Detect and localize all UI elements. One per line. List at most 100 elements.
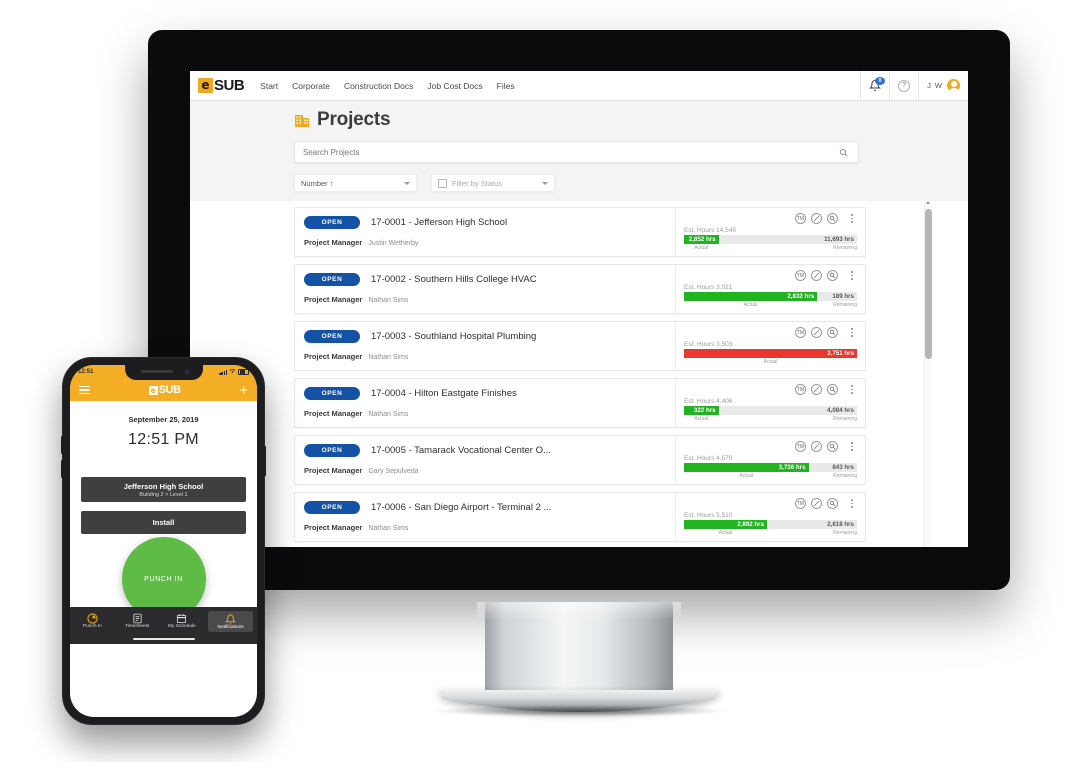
actual-caption: Actual (739, 473, 754, 479)
tm-icon[interactable]: TM (795, 498, 806, 509)
edit-pencil-icon[interactable] (811, 384, 822, 395)
edit-pencil-icon[interactable] (811, 213, 822, 224)
nav-link-construction-docs[interactable]: Construction Docs (344, 81, 413, 91)
project-name[interactable]: 17-0006 - San Diego Airport - Terminal 2… (371, 502, 551, 513)
volume-down-button[interactable] (61, 460, 64, 478)
table-row[interactable]: OPEN 17-0003 - Southland Hospital Plumbin… (294, 321, 866, 371)
esub-logo[interactable]: e SUB (198, 77, 245, 94)
phone-tab-label: Notifications (217, 625, 244, 630)
search-magnifier-icon[interactable] (827, 327, 838, 338)
hours-legend: Actual Remaining (684, 416, 857, 422)
phone-tab-my-schedule[interactable]: My Schedule (160, 611, 205, 629)
desktop-screen: e SUB Start Corporate Construction Docs … (190, 71, 968, 547)
hamburger-menu-icon[interactable] (79, 385, 90, 395)
desktop-monitor: e SUB Start Corporate Construction Docs … (148, 30, 1010, 590)
help-button[interactable]: ? (889, 71, 918, 100)
edit-pencil-icon[interactable] (811, 270, 822, 281)
power-button[interactable] (263, 446, 266, 476)
table-row[interactable]: OPEN 17-0002 - Southern Hills College HVA… (294, 264, 866, 314)
project-name[interactable]: 17-0004 - Hilton Eastgate Finishes (371, 388, 517, 399)
phone-task-selector[interactable]: Install (81, 511, 246, 534)
project-title-row: OPEN 17-0002 - Southern Hills College HVA… (304, 273, 675, 286)
hours-actual-fill: 322 hrs (684, 406, 719, 415)
status-filter-select[interactable]: Filter by Status (431, 174, 555, 192)
project-list: OPEN 17-0001 - Jefferson High School Proje… (294, 207, 866, 542)
hours-actual-fill: 2,852 hrs (684, 235, 719, 244)
kebab-menu-icon[interactable] (847, 442, 857, 451)
remaining-caption: Remaining (833, 473, 857, 479)
kebab-menu-icon[interactable] (847, 214, 857, 223)
project-name[interactable]: 17-0002 - Southern Hills College HVAC (371, 274, 537, 285)
project-list-area: OPEN 17-0001 - Jefferson High School Proje… (190, 201, 968, 547)
edit-pencil-icon[interactable] (811, 441, 822, 452)
search-bar[interactable] (294, 141, 859, 163)
kebab-menu-icon[interactable] (847, 271, 857, 280)
kebab-menu-icon[interactable] (847, 328, 857, 337)
table-row[interactable]: OPEN 17-0001 - Jefferson High School Proje… (294, 207, 866, 257)
tm-icon[interactable]: TM (795, 441, 806, 452)
status-filter-label: Filter by Status (452, 178, 503, 188)
project-manager-row: Project Manager Nathan Sims (304, 409, 675, 418)
project-manager-label: Project Manager (304, 523, 363, 532)
user-menu[interactable]: J W (918, 71, 968, 100)
remaining-caption: Remaining (833, 302, 857, 308)
project-manager-name: Nathan Sims (368, 297, 409, 304)
status-filter-checkbox[interactable] (438, 178, 447, 188)
search-magnifier-icon[interactable] (827, 498, 838, 509)
notifications-button[interactable]: 0 (860, 71, 889, 100)
hours-remaining: 843 hrs (832, 464, 854, 471)
project-manager-label: Project Manager (304, 295, 363, 304)
edit-pencil-icon[interactable] (811, 327, 822, 338)
volume-up-button[interactable] (61, 436, 64, 454)
project-manager-row: Project Manager Gary Sepulveda (304, 466, 675, 475)
project-manager-name: Nathan Sims (368, 411, 409, 418)
scrollbar-thumb[interactable] (925, 209, 932, 359)
page-title: Projects (317, 109, 391, 130)
kebab-menu-icon[interactable] (847, 385, 857, 394)
list-scrollbar[interactable] (924, 201, 932, 547)
phone-tab-punch-in[interactable]: Punch In (70, 611, 115, 629)
tm-icon[interactable]: TM (795, 327, 806, 338)
table-row[interactable]: OPEN 17-0004 - Hilton Eastgate Finishes Pr… (294, 378, 866, 428)
search-input[interactable] (295, 147, 834, 157)
tm-icon[interactable]: TM (795, 384, 806, 395)
hours-actual-fill: 3,751 hrs (684, 349, 857, 358)
page-title-row: Projects (190, 109, 968, 131)
nav-link-files[interactable]: Files (497, 81, 515, 91)
search-magnifier-icon[interactable] (827, 384, 838, 395)
project-manager-name: Nathan Sims (368, 525, 409, 532)
estimated-hours: Est. Hours 5,510 (684, 512, 733, 519)
table-row[interactable]: OPEN 17-0006 - San Diego Airport - Termin… (294, 492, 866, 542)
tm-icon[interactable]: TM (795, 213, 806, 224)
project-name[interactable]: 17-0005 - Tamarack Vocational Center O..… (371, 445, 551, 456)
tm-icon[interactable]: TM (795, 270, 806, 281)
edit-pencil-icon[interactable] (811, 498, 822, 509)
add-button[interactable]: + (239, 383, 248, 398)
hours-actual-fill: 2,832 hrs (684, 292, 818, 301)
search-magnifier-icon[interactable] (827, 441, 838, 452)
project-name[interactable]: 17-0001 - Jefferson High School (371, 217, 507, 228)
search-magnifier-icon[interactable] (827, 213, 838, 224)
phone-tab-label: Punch In (82, 624, 102, 629)
phone-tab-notifications[interactable]: Notifications (208, 611, 253, 632)
nav-link-job-cost-docs[interactable]: Job Cost Docs (427, 81, 482, 91)
scroll-up-arrow-icon[interactable] (926, 201, 930, 204)
nav-link-corporate[interactable]: Corporate (292, 81, 330, 91)
sort-select[interactable]: Number ↑ (294, 174, 417, 192)
project-title-row: OPEN 17-0005 - Tamarack Vocational Center… (304, 444, 675, 457)
phone-tab-timesheets[interactable]: Timesheets (115, 611, 160, 629)
hours-remaining: 189 hrs (832, 293, 854, 300)
row-actions: TM (684, 270, 857, 281)
search-icon[interactable] (834, 148, 852, 157)
nav-link-start[interactable]: Start (260, 81, 278, 91)
project-title-row: OPEN 17-0003 - Southland Hospital Plumbin… (304, 330, 675, 343)
table-row[interactable]: OPEN 17-0005 - Tamarack Vocational Center… (294, 435, 866, 485)
hours-legend: Actual Remaining (684, 473, 857, 479)
user-initials: J W (927, 81, 943, 90)
phone-project-selector[interactable]: Jefferson High School Building 2 > Level… (81, 477, 246, 502)
project-name[interactable]: 17-0003 - Southland Hospital Plumbing (371, 331, 536, 342)
search-magnifier-icon[interactable] (827, 270, 838, 281)
bell-icon (224, 612, 237, 625)
battery-icon (238, 368, 249, 376)
kebab-menu-icon[interactable] (847, 499, 857, 508)
